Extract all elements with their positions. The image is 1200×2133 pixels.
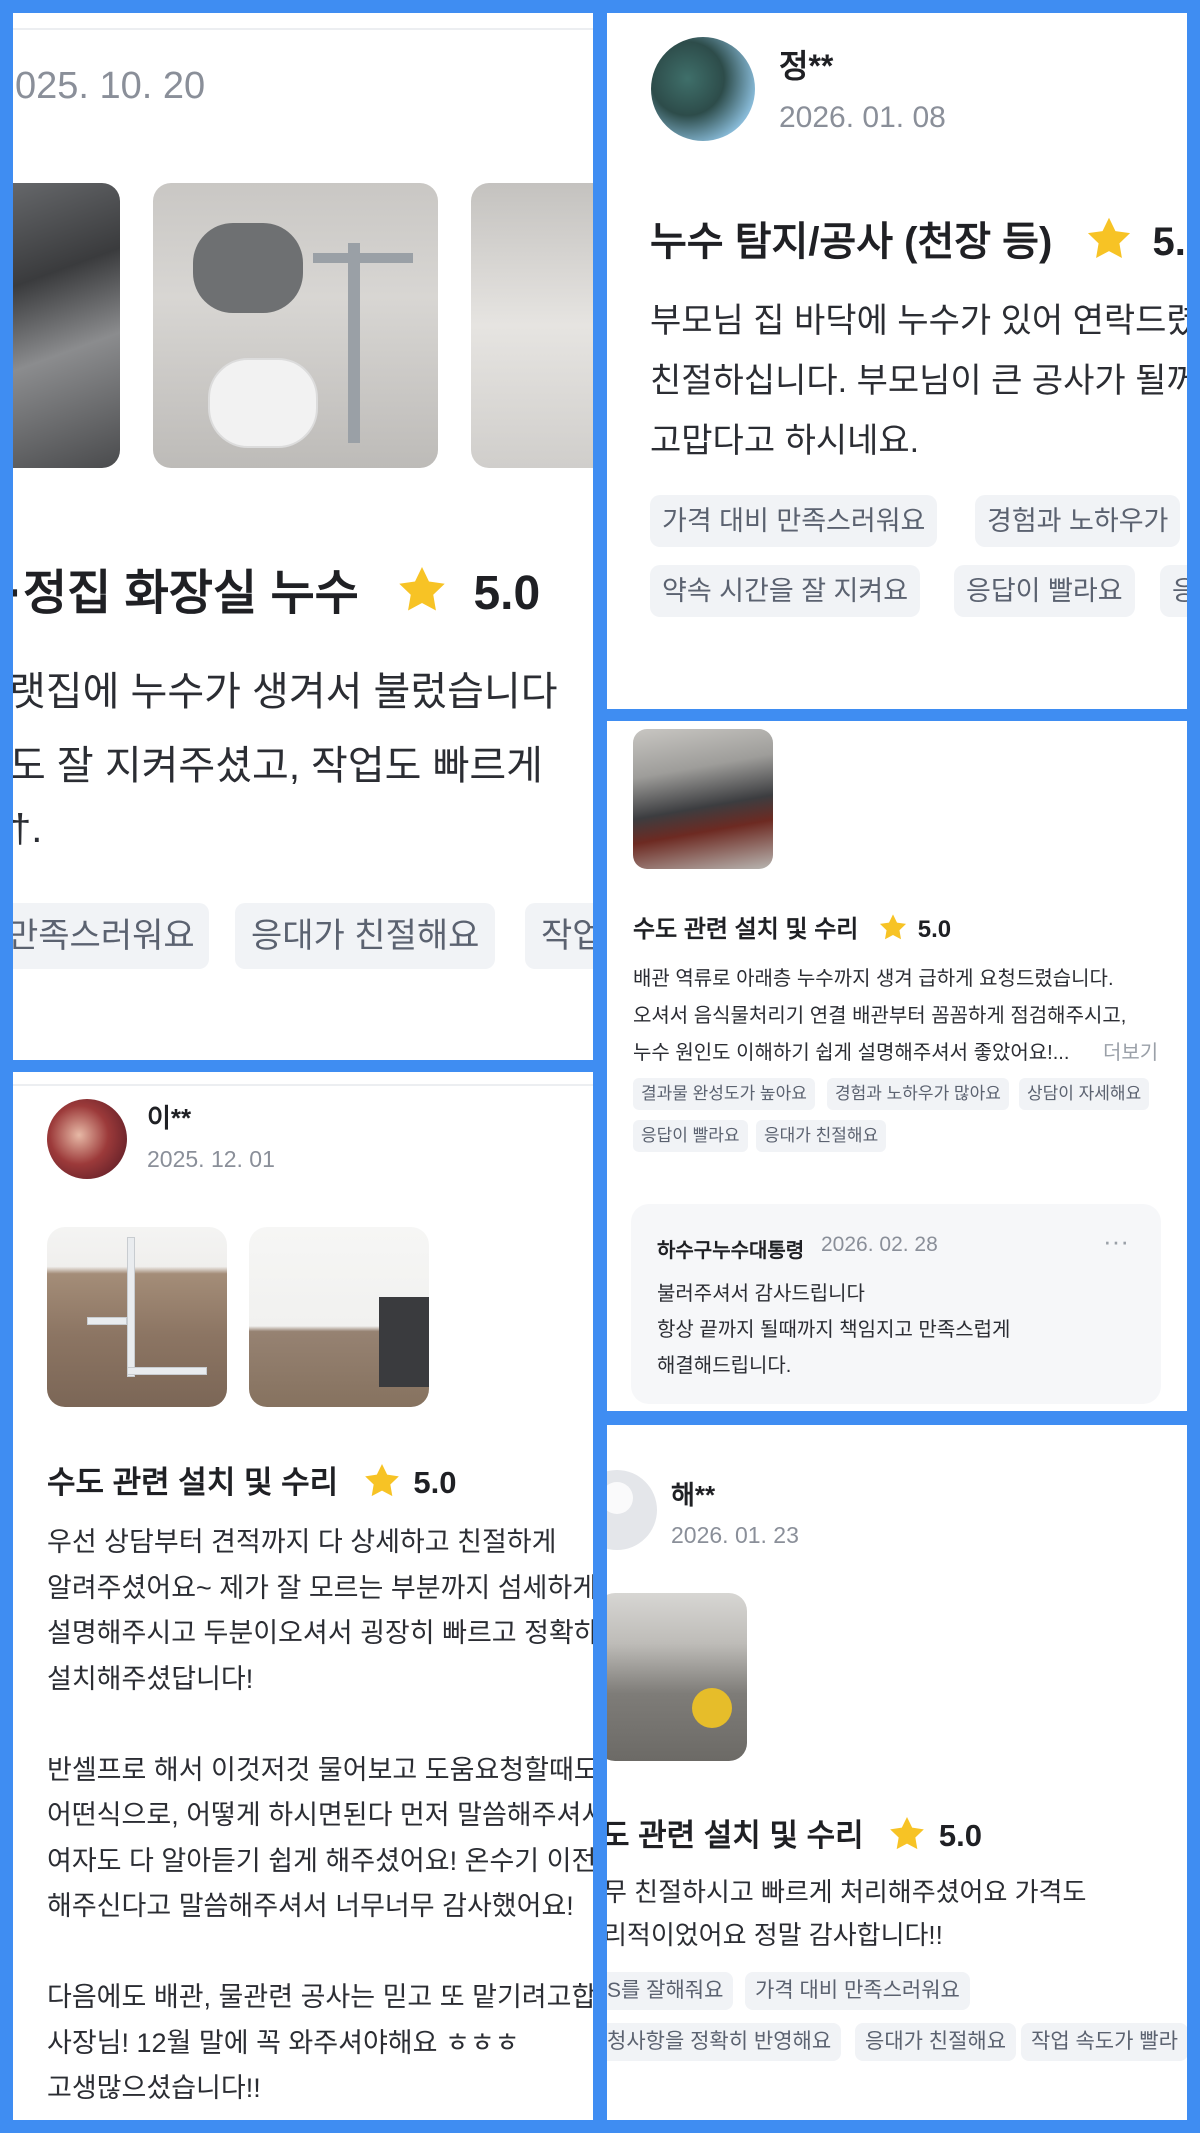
star-icon (880, 914, 907, 940)
review-photo[interactable] (47, 1227, 227, 1407)
review-body-line: 설명해주시고 두분이오셔서 굉장히 빠르고 정확하게 (47, 1618, 593, 1648)
review-body-line: 사장님! 12월 말에 꼭 와주셔야해요 ㅎㅎㅎ (47, 2027, 520, 2058)
reply-date: 2026. 02. 28 (821, 1233, 938, 1256)
reviewer-name: 해** (671, 1480, 716, 1510)
more-icon[interactable]: ··· (1103, 1226, 1129, 1257)
avatar (47, 1099, 127, 1179)
rating-value: 5.0 (473, 567, 541, 620)
review-card-1: 025. 10. 20 ·정집 화장실 누수 5.0 랫집에 누수가 생겨서 불… (13, 13, 593, 1060)
review-body-line: 여자도 다 알아듣기 쉽게 해주셨어요! 온수기 이전 (47, 1845, 593, 1876)
review-body-line (47, 1702, 593, 1748)
review-photo[interactable] (471, 183, 593, 468)
review-body-line: 부모님 집 바닥에 누수가 있어 연락드렸 (650, 302, 1187, 340)
star-icon (399, 567, 445, 611)
review-body-line: 고생많으셨습니다!! (47, 2073, 261, 2103)
review-title: ·정집 화장실 누수 5.0 (13, 553, 540, 623)
review-tag: 상담이 자세해요 (1019, 1078, 1150, 1110)
review-body-line: 리적이었어요 정말 감사합니다!! (607, 1920, 943, 1950)
review-card-2: 정** 2026. 01. 08 누수 탐지/공사 (천장 등) 5.0 부모님… (607, 13, 1187, 709)
star-icon (364, 1464, 399, 1497)
review-title-text: ·정집 화장실 누수 (13, 567, 359, 620)
review-body-line: 친절하십니다. 부모님이 큰 공사가 될꺼 (650, 362, 1187, 400)
review-body-line: 어떤식으로, 어떻게 하시면된다 먼저 말씀해주셔서 (47, 1800, 593, 1830)
avatar (607, 1470, 657, 1550)
rating-value: 5.0 (1152, 220, 1187, 264)
review-tag: 응 (1160, 565, 1187, 617)
review-body-line: 오셔서 음식물처리기 연결 배관부터 꼼꼼하게 점검해주시고, (633, 1005, 1127, 1027)
reply-line: 불러주셔서 감사드립니다 (657, 1283, 865, 1305)
rating-value: 5.0 (938, 1818, 982, 1853)
review-body-line: 반셀프로 해서 이것저것 물어보고 도움요청할때도 (47, 1754, 593, 1785)
review-tag: 약속 시간을 잘 지켜요 (650, 565, 921, 617)
review-body-line: 알려주셨어요~ 제가 잘 모르는 부분까지 섬세하게 (47, 1572, 593, 1603)
reply-line: 해결해드립니다. (657, 1355, 792, 1377)
review-date: 2026. 01. 23 (671, 1522, 799, 1548)
review-card-3: 수도 관련 설치 및 수리 5.0 배관 역류로 아래층 누수까지 생겨 급하게… (607, 721, 1187, 1411)
review-title: 수도 관련 설치 및 수리 5.0 (47, 1457, 457, 1502)
star-icon (1088, 217, 1131, 258)
owner-reply: 하수구누수대통령 2026. 02. 28 ··· 불러주셔서 감사드립니다 항… (631, 1204, 1161, 1404)
review-tag: 결과물 완성도가 높아요 (633, 1078, 815, 1110)
review-tag: 경험과 노하우가 (975, 495, 1181, 547)
review-tag: 청사항을 정확히 반영해요 (607, 2023, 842, 2061)
more-link[interactable]: 더보기 (1103, 1036, 1158, 1065)
review-photo[interactable] (607, 1593, 747, 1761)
rating-value: 5.0 (413, 1465, 457, 1500)
review-tag: 가격 대비 만족스러워요 (650, 495, 938, 547)
reviewer-name: 정** (779, 48, 834, 84)
review-tag: 응대가 친절해요 (855, 2023, 1017, 2061)
review-photo[interactable] (633, 729, 773, 869)
review-body: 우선 상담부터 견적까지 다 상세하고 친절하게 알려주셨어요~ 제가 잘 모르… (47, 1520, 593, 2112)
review-photo[interactable] (153, 183, 438, 468)
review-tag: 작업 속도가 빨라 (1021, 2023, 1187, 2061)
review-body-line: 랫집에 누수가 생겨서 불렀습니다 (13, 670, 558, 714)
review-body-line (47, 1930, 593, 1976)
review-body-line: 배관 역류로 아래층 누수까지 생겨 급하게 요청드렸습니다. (633, 968, 1114, 990)
review-body-line: 누수 원인도 이해하기 쉽게 설명해주셔서 좋았어요!... (633, 1042, 1070, 1064)
divider (13, 1084, 593, 1086)
review-tag: 응답이 빨라요 (954, 565, 1135, 617)
review-title-text: 수도 관련 설치 및 수리 (633, 916, 859, 943)
review-tag: 응대가 친절해요 (235, 903, 496, 969)
review-tag: 경험과 노하우가 많아요 (827, 1078, 1009, 1110)
review-body-line: †. (13, 807, 43, 851)
review-tag: 응답이 빨라요 (633, 1120, 748, 1152)
review-body-line: 고맙다고 하시네요. (650, 422, 920, 460)
divider (13, 28, 593, 30)
review-card-5: 해** 2026. 01. 23 도 관련 설치 및 수리 5.0 무 친절하시… (607, 1425, 1187, 2120)
avatar (651, 37, 755, 141)
review-tag: 가격 대비 만족스러워요 (745, 1972, 970, 2010)
review-card-4: 이** 2025. 12. 01 수도 관련 설치 및 수리 5.0 우선 상담… (13, 1072, 593, 2120)
reply-line: 항상 끝까지 될때까지 책임지고 만족스럽게 (657, 1319, 1011, 1341)
review-title: 누수 탐지/공사 (천장 등) 5.0 (650, 209, 1187, 267)
review-tag: 만족스러워요 (13, 903, 209, 969)
review-body-line: 도 잘 지켜주셨고, 작업도 빠르게 (13, 744, 543, 788)
review-tag: 응대가 친절해요 (756, 1120, 887, 1152)
reply-author: 하수구누수대통령 (657, 1240, 805, 1262)
review-title-text: 누수 탐지/공사 (천장 등) (650, 220, 1053, 264)
review-date: 2026. 01. 08 (779, 101, 946, 134)
review-body-line: 해주신다고 말씀해주셔서 너무너무 감사했어요! (47, 1891, 574, 1921)
review-title-text: 수도 관련 설치 및 수리 (47, 1465, 339, 1500)
review-date: 025. 10. 20 (15, 65, 206, 107)
rating-value: 5.0 (917, 916, 952, 943)
review-title-text: 도 관련 설치 및 수리 (607, 1818, 864, 1853)
star-icon (890, 1817, 925, 1850)
review-body-line: 무 친절하시고 빠르게 처리해주셨어요 가격도 (607, 1877, 1087, 1907)
review-photo[interactable] (249, 1227, 429, 1407)
review-tag: S를 잘해줘요 (607, 1972, 734, 2010)
review-title: 도 관련 설치 및 수리 5.0 (607, 1810, 982, 1855)
review-title: 수도 관련 설치 및 수리 5.0 (633, 909, 951, 944)
review-body-line: 설치해주셨답니다! (47, 1663, 254, 1694)
review-date: 2025. 12. 01 (147, 1146, 275, 1172)
review-body-line: 다음에도 배관, 물관련 공사는 믿고 또 맡기려고합 (47, 1982, 593, 2012)
reviewer-name: 이** (147, 1103, 192, 1133)
review-body-line: 우선 상담부터 견적까지 다 상세하고 친절하게 (47, 1527, 557, 1557)
review-photo[interactable] (13, 183, 120, 468)
review-tag: 작업 (525, 903, 593, 969)
